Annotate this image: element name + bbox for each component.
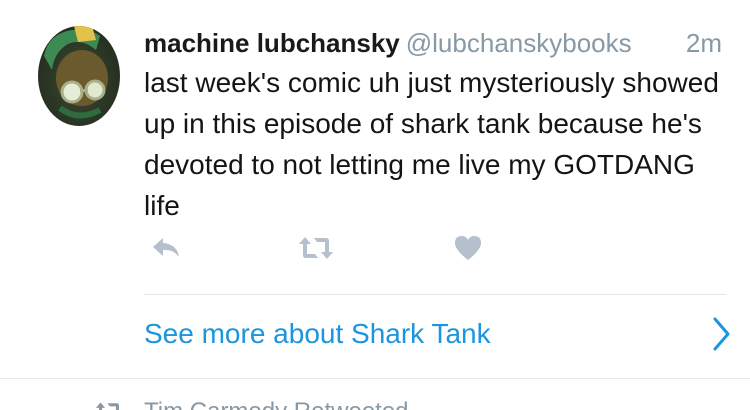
tweet-card[interactable]: machine lubchansky @lubchanskybooks 2m la… [0, 0, 750, 378]
tweet-timestamp[interactable]: 2m [686, 26, 722, 60]
reply-icon [153, 238, 179, 257]
retweet-icon [299, 237, 333, 259]
reply-button[interactable] [144, 228, 188, 268]
tweet-text: last week's comic uh just mysteriously s… [144, 67, 719, 221]
author-handle[interactable]: @lubchanskybooks [406, 28, 632, 58]
see-more-link[interactable]: See more about Shark Tank [144, 312, 740, 356]
retweet-icon [95, 402, 119, 410]
tweet-header: machine lubchansky @lubchanskybooks 2m [144, 26, 734, 60]
tweet-actions [144, 228, 504, 268]
heart-icon [455, 236, 481, 260]
avatar[interactable] [38, 26, 120, 126]
like-button[interactable] [446, 228, 490, 268]
divider [144, 294, 726, 295]
retweeted-by-label: Tim Carmody Retweeted [144, 397, 409, 410]
avatar-image [44, 26, 108, 119]
see-more-label: See more about Shark Tank [144, 318, 491, 349]
retweet-button[interactable] [294, 228, 338, 268]
chevron-right-icon [713, 317, 730, 351]
author-name[interactable]: machine lubchansky [144, 28, 400, 58]
next-tweet-context[interactable]: Tim Carmody Retweeted [0, 379, 750, 410]
